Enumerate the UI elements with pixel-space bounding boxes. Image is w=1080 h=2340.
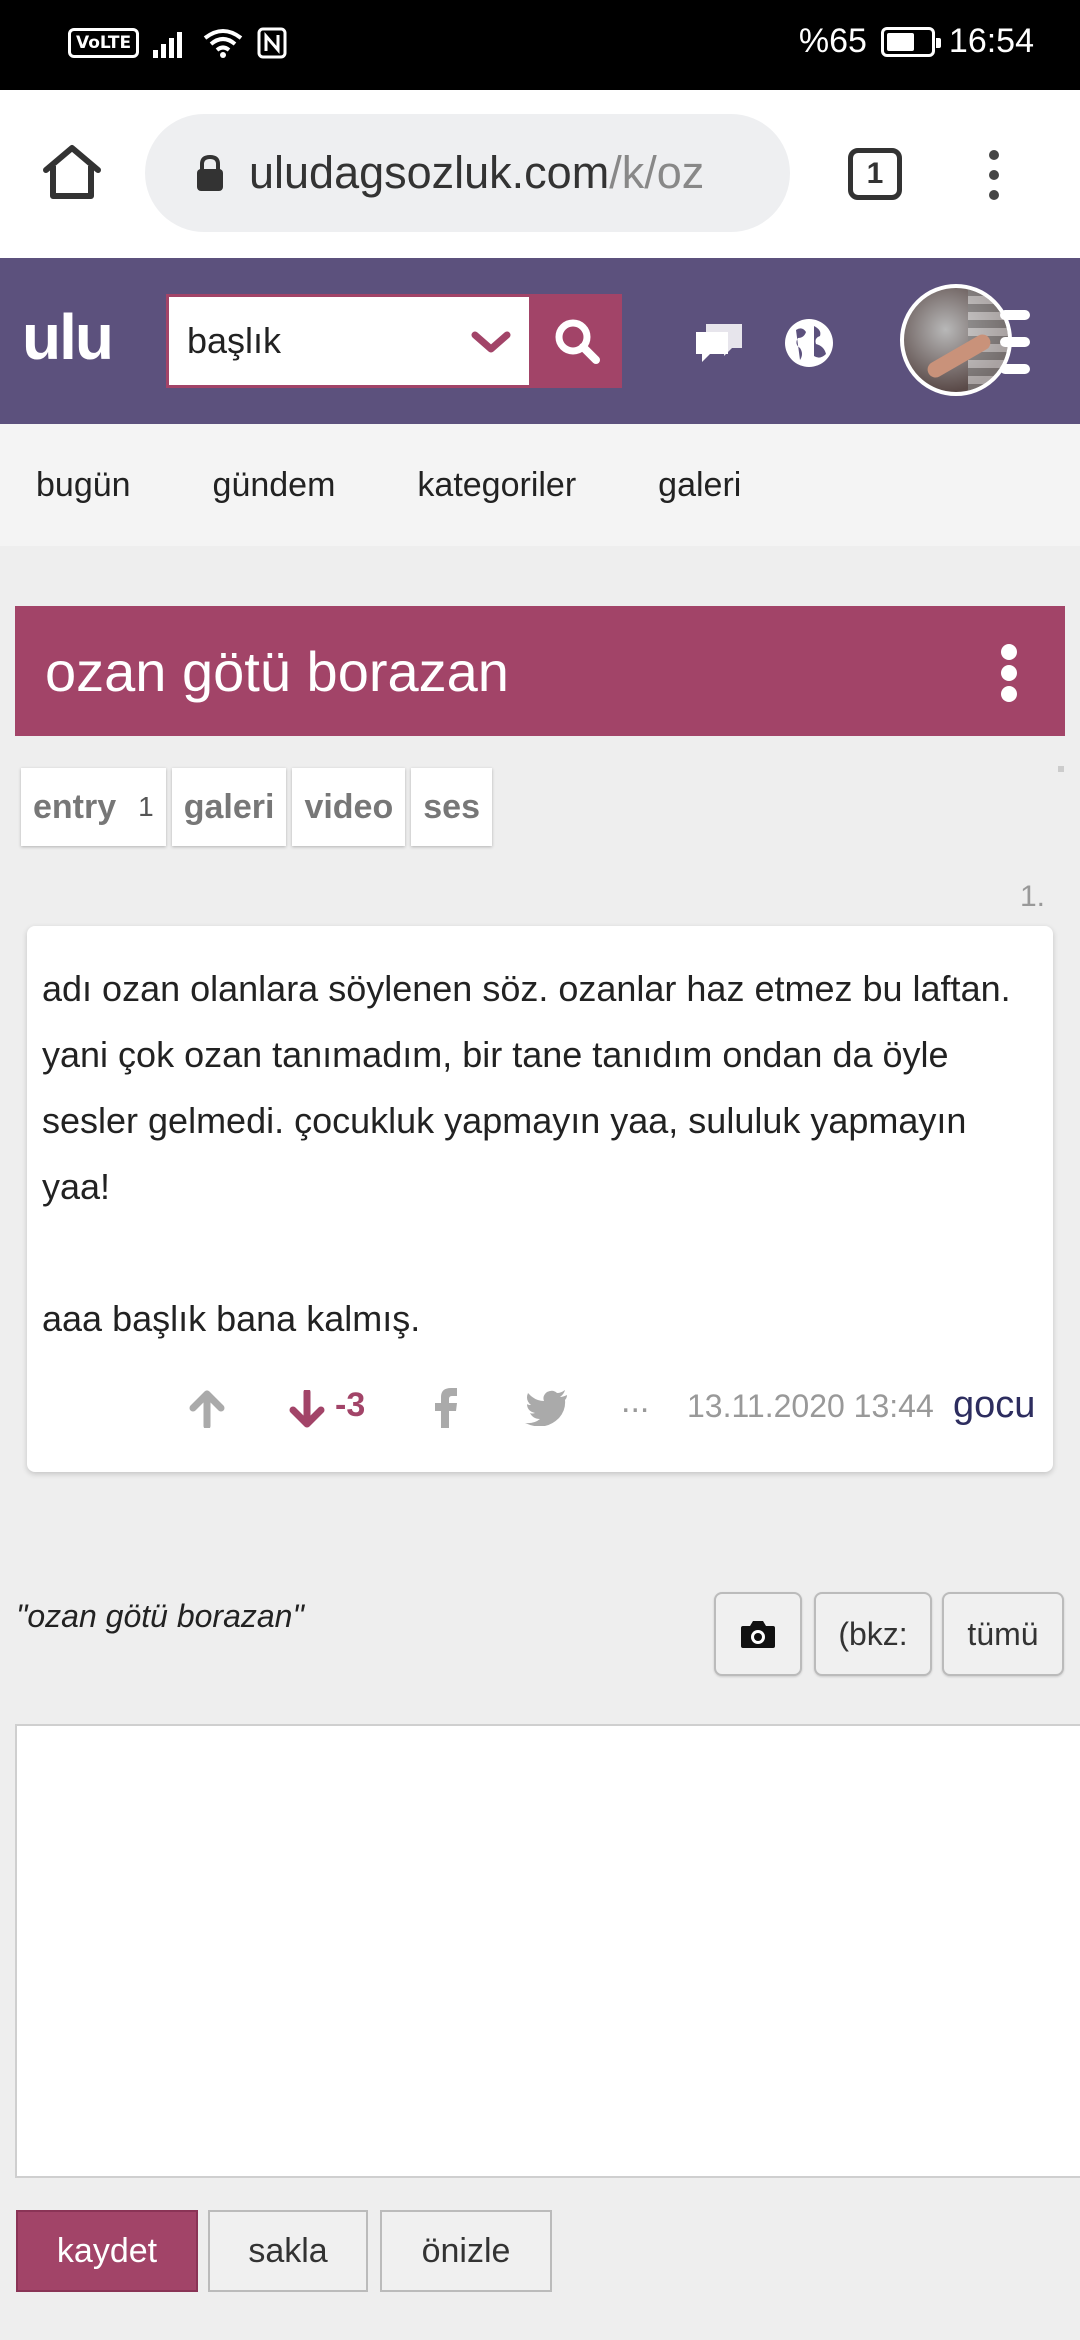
entry-card: adı ozan olanlara söylenen söz. ozanlar … (27, 926, 1053, 1472)
save-button[interactable]: kaydet (16, 2210, 198, 2292)
twitter-icon[interactable] (525, 1390, 569, 1426)
search-input[interactable]: başlık (166, 294, 532, 388)
wifi-icon (203, 29, 243, 58)
nav-item-gundem[interactable]: gündem (213, 466, 336, 505)
entry-number: 1. (1020, 880, 1046, 913)
entry-text: adı ozan olanlara söylenen söz. ozanlar … (42, 968, 1011, 1339)
entry-textarea[interactable] (15, 1724, 1080, 2178)
filter-entry-count: 1 (138, 791, 154, 822)
hide-button[interactable]: sakla (208, 2210, 368, 2292)
url-host: uludagsozluk.com (249, 147, 610, 198)
upvote-icon[interactable] (187, 1390, 227, 1428)
lock-icon (197, 154, 223, 191)
filter-entry[interactable]: entry 1 (21, 768, 166, 846)
status-left: VoLTE (68, 27, 287, 59)
hamburger-menu-icon[interactable] (1000, 310, 1030, 374)
battery-fill (886, 32, 915, 51)
entry-footer: -3 ... 13.11.2020 13:44 gocu (27, 1376, 1053, 1436)
filter-ses[interactable]: ses (411, 768, 492, 846)
status-bar: VoLTE %65 16:54 (0, 0, 1080, 90)
camera-button[interactable] (714, 1592, 802, 1676)
entry-date[interactable]: 13.11.2020 13:44 (687, 1388, 934, 1425)
nav-item-bugun[interactable]: bugün (36, 466, 131, 505)
divider-dot (1058, 766, 1064, 772)
tab-switcher-button[interactable]: 1 (848, 148, 902, 200)
nav-item-kategoriler[interactable]: kategoriler (417, 466, 576, 505)
site-logo[interactable]: ulu (22, 300, 114, 374)
camera-icon (741, 1621, 775, 1648)
home-icon[interactable] (40, 140, 104, 204)
main-nav: bugün gündem kategoriler galeri (0, 424, 1080, 546)
chevron-down-icon[interactable] (471, 327, 511, 357)
battery-percent: %65 (798, 22, 867, 60)
filter-video[interactable]: video (292, 768, 406, 846)
tumu-button[interactable]: tümü (942, 1592, 1064, 1676)
address-bar[interactable]: uludagsozluk.com/k/oz (145, 114, 790, 232)
preview-button[interactable]: önizle (380, 2210, 552, 2292)
search-icon (555, 319, 600, 364)
search-button[interactable] (532, 294, 622, 388)
topic-title: ozan götü borazan (45, 640, 509, 703)
url-path: /k/oz (609, 147, 705, 198)
facebook-icon[interactable] (431, 1386, 461, 1430)
downvote-icon[interactable] (287, 1390, 327, 1428)
entry-score: -3 (335, 1386, 366, 1424)
filter-galeri[interactable]: galeri (171, 768, 287, 846)
messages-icon[interactable] (692, 316, 746, 370)
entry-author[interactable]: gocu (953, 1384, 1035, 1427)
more-options[interactable]: ... (621, 1382, 649, 1421)
globe-icon[interactable] (782, 316, 836, 370)
browser-menu-icon[interactable] (984, 150, 1004, 200)
content-filters: entry 1 galeri video ses (21, 768, 492, 846)
volte-indicator: VoLTE (68, 28, 140, 58)
browser-toolbar: uludagsozluk.com/k/oz 1 (0, 90, 1080, 258)
clock: 16:54 (948, 22, 1034, 60)
bkz-button[interactable]: (bkz: (814, 1592, 932, 1676)
avatar[interactable] (900, 284, 1012, 396)
nfc-icon (257, 27, 287, 59)
status-right: %65 16:54 (799, 22, 1034, 61)
site-header: ulu başlık (0, 258, 1080, 424)
url-text: uludagsozluk.com/k/oz (249, 147, 704, 199)
signal-icon (153, 32, 183, 58)
topic-options-icon[interactable] (1001, 644, 1017, 702)
filter-entry-label: entry (33, 787, 117, 826)
nav-item-galeri[interactable]: galeri (658, 466, 741, 505)
topic-header: ozan götü borazan (15, 606, 1065, 736)
battery-icon (880, 26, 941, 57)
editor-topic-quote: "ozan götü borazan" (16, 1598, 304, 1634)
